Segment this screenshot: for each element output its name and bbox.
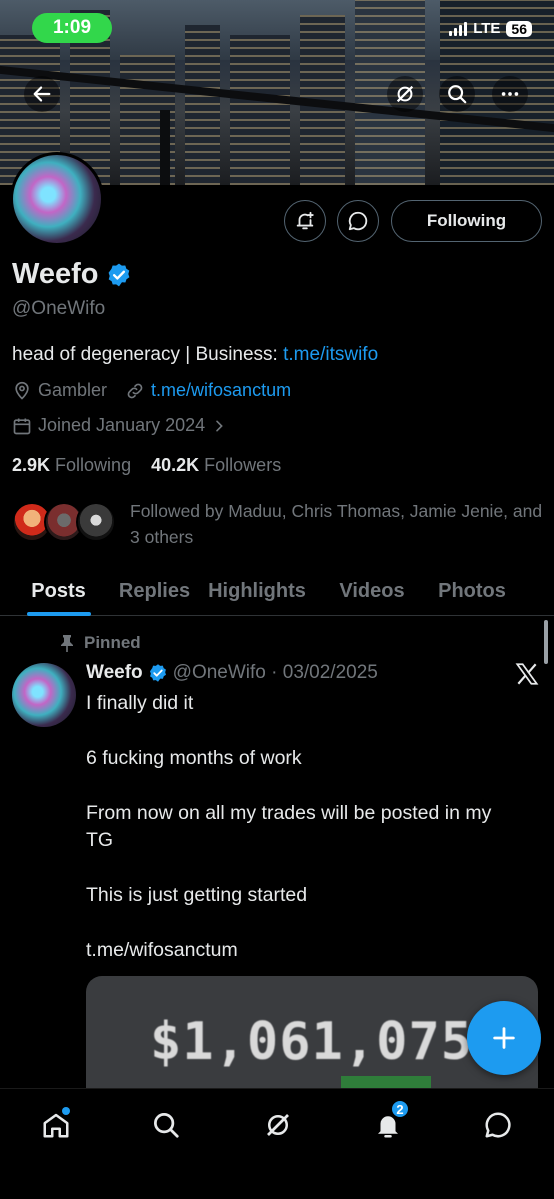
tab-photos[interactable]: Photos	[422, 566, 522, 616]
home-unread-dot	[62, 1107, 70, 1115]
post-header: Weefo @OneWifo · 03/02/2025	[86, 662, 378, 684]
grok-button[interactable]	[387, 76, 423, 112]
chevron-right-icon	[216, 420, 223, 431]
status-time: 1:09	[32, 13, 112, 43]
search-icon	[448, 85, 467, 104]
back-arrow-icon	[33, 86, 51, 102]
calendar-icon	[13, 418, 31, 434]
nav-notifications[interactable]: 2	[368, 1099, 410, 1145]
bottom-nav: 2	[0, 1088, 554, 1199]
bio-text: head of degeneracy | Business:	[12, 344, 284, 365]
profile-avatar[interactable]	[10, 152, 104, 246]
profile-tabs: Posts Replies Highlights Videos Photos	[0, 566, 554, 616]
scrollbar[interactable]	[544, 620, 548, 664]
search-icon	[154, 1113, 179, 1138]
back-button[interactable]	[24, 76, 60, 112]
plus-icon	[493, 1027, 515, 1049]
banner-building	[230, 35, 290, 185]
message-button[interactable]	[337, 200, 379, 242]
post-link[interactable]: t.me/wifosanctum	[86, 937, 238, 964]
following-count-link[interactable]: 2.9K Following	[12, 455, 131, 475]
followed-by[interactable]: Followed by Maduu, Chris Thomas, Jamie J…	[12, 498, 547, 550]
tab-posts[interactable]: Posts	[0, 566, 117, 616]
followers-count: 40.2K	[151, 455, 200, 475]
tab-videos[interactable]: Videos	[322, 566, 422, 616]
signal-icon	[449, 21, 468, 36]
messages-icon	[485, 1112, 511, 1138]
message-icon	[348, 211, 368, 231]
nav-search[interactable]	[146, 1105, 186, 1145]
pinned-text: Pinned	[84, 633, 141, 652]
followers-count-link[interactable]: 40.2K Followers	[151, 455, 281, 475]
follow-counts: 2.9K Following 40.2K Followers	[12, 455, 281, 476]
location-item: Gambler	[12, 380, 107, 401]
status-indicators: LTE 56	[449, 20, 532, 37]
website-item[interactable]: t.me/wifosanctum	[125, 380, 291, 401]
post-line: This is just getting started	[86, 884, 308, 906]
post-author-name[interactable]: Weefo	[86, 662, 143, 684]
battery-level: 56	[506, 20, 532, 37]
verified-badge-icon[interactable]	[106, 262, 132, 288]
verified-badge-icon	[149, 664, 166, 682]
nav-messages[interactable]	[478, 1105, 518, 1145]
joined-row[interactable]: Joined January 2024	[12, 415, 245, 436]
joined-item[interactable]: Joined January 2024	[12, 415, 227, 436]
more-button[interactable]	[492, 76, 528, 112]
pinned-label-row: Pinned	[60, 633, 141, 653]
follower-avatar	[76, 502, 116, 542]
nav-grok[interactable]	[258, 1105, 298, 1145]
banner-building	[185, 25, 220, 185]
profile-meta-row: Gambler t.me/wifosanctum	[12, 380, 309, 401]
website-link[interactable]: t.me/wifosanctum	[151, 380, 291, 401]
joined-text: Joined January 2024	[38, 415, 206, 435]
x-logo-icon[interactable]	[514, 661, 540, 687]
followers-label: Followers	[204, 455, 282, 475]
post-line: 6 fucking months of work	[86, 747, 302, 769]
post-line: I finally did it	[86, 692, 194, 714]
network-label: LTE	[473, 20, 501, 37]
pin-icon	[61, 635, 73, 652]
following-button[interactable]: Following	[391, 200, 542, 242]
nav-home[interactable]	[36, 1105, 76, 1145]
search-button[interactable]	[439, 76, 475, 112]
post-line: From now on all my trades will be posted…	[86, 802, 492, 824]
bio-link[interactable]: t.me/itswifo	[283, 344, 378, 365]
location-text: Gambler	[38, 380, 108, 400]
following-count: 2.9K	[12, 455, 51, 475]
post-avatar[interactable]	[12, 663, 76, 727]
media-bar	[341, 1076, 431, 1088]
post-handle-date: @OneWifo · 03/02/2025	[172, 662, 378, 683]
profile-name: Weefo	[12, 258, 99, 290]
more-icon	[501, 92, 519, 96]
banner-railing-post	[160, 110, 170, 185]
notifications-badge: 2	[390, 1099, 410, 1119]
tab-highlights[interactable]: Highlights	[192, 566, 322, 616]
tab-replies[interactable]: Replies	[117, 566, 192, 616]
profile-name-row: Weefo	[12, 258, 132, 291]
location-icon	[15, 381, 29, 400]
compose-button[interactable]	[467, 1001, 541, 1075]
profile-bio: head of degeneracy | Business: t.me/itsw…	[12, 344, 378, 366]
link-icon	[127, 383, 143, 398]
followed-by-text: Followed by Maduu, Chris Thomas, Jamie J…	[130, 501, 543, 547]
following-label: Following	[55, 455, 132, 475]
grok-icon	[267, 1114, 289, 1136]
profile-handle: @OneWifo	[12, 298, 106, 319]
notify-button[interactable]	[284, 200, 326, 242]
grok-icon	[396, 85, 414, 103]
post-line: TG	[86, 829, 114, 851]
bell-plus-icon	[296, 211, 314, 230]
